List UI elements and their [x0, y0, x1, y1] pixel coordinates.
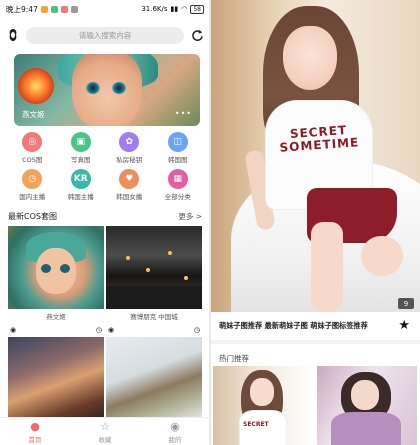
cos-icon: ◎ — [22, 132, 43, 152]
main-photo[interactable]: SECRET SOMETIME — [211, 0, 420, 312]
notification-icon — [50, 5, 58, 13]
star-outline-icon: ☆ — [100, 419, 110, 433]
category-item[interactable]: KR 韩国主播 — [57, 169, 106, 201]
category-label: 韩国图 — [168, 156, 188, 164]
app-screen: 晚上9:47 31.6K/s ▮▮ ◠ 58 请输入搜索内容 燕文姬 ••• ◎… — [0, 0, 420, 445]
album-grid — [0, 337, 210, 422]
clock-icon: ◷ — [22, 169, 43, 189]
category-item[interactable]: ♥ 韩国女播 — [105, 169, 154, 201]
album-card[interactable] — [106, 337, 202, 422]
carousel-indicator: ••• — [174, 109, 192, 118]
banner-carousel[interactable]: 燕文姬 ••• — [14, 54, 200, 126]
category-item[interactable]: ▣ 写真图 — [57, 132, 106, 164]
detail-screen: SECRET SOMETIME 9 萌妹子图推荐 最新萌妹子图 萌妹子图标签推荐… — [211, 0, 420, 445]
bottom-tab-bar: ● 首页 ☆ 收藏 ◉ 我的 — [0, 417, 210, 445]
bag-icon: ◫ — [167, 132, 188, 152]
home-screen: 晚上9:47 31.6K/s ▮▮ ◠ 58 请输入搜索内容 燕文姬 ••• ◎… — [0, 0, 210, 445]
more-link[interactable]: 更多 > — [178, 211, 202, 222]
tab-user[interactable]: ◉ 我的 — [169, 420, 182, 444]
notification-icon — [60, 5, 68, 13]
recommend-card[interactable] — [317, 366, 417, 445]
shirt-print: SECRET — [243, 421, 269, 428]
category-label: 私房秘钥 — [116, 156, 143, 164]
album-meta-row: ◉ ◷ ◉ ◷ — [0, 326, 210, 334]
hot-title: 热门推荐 — [219, 354, 249, 363]
album-grid — [0, 226, 210, 309]
section-header: 最新COS套图 更多 > — [0, 211, 210, 222]
home-icon: ● — [30, 419, 40, 433]
battery-icon: 58 — [190, 4, 204, 14]
notification-icon — [40, 5, 48, 13]
divider — [211, 340, 420, 344]
network-speed: 31.6K/s — [141, 5, 168, 13]
recommend-grid: SECRET — [213, 366, 420, 445]
category-item[interactable]: ◷ 国内主播 — [8, 169, 57, 201]
status-bar: 晚上9:47 31.6K/s ▮▮ ◠ 58 — [0, 0, 210, 18]
album-card[interactable] — [8, 226, 104, 309]
tab-home[interactable]: ● 首页 — [29, 420, 42, 444]
category-item[interactable]: ◎ COS图 — [8, 132, 57, 164]
eye-icon: ◉ — [10, 326, 17, 334]
album-captions: 燕文姬 赛博朋克 中国城 — [0, 311, 210, 321]
category-label: 韩国主播 — [67, 193, 94, 201]
tab-label: 首页 — [28, 435, 42, 444]
category-label: 全部分类 — [164, 193, 191, 201]
tab-label: 我的 — [168, 435, 182, 444]
album-card[interactable] — [8, 337, 104, 422]
grid-icon: ▦ — [167, 169, 188, 189]
banner-title: 燕文姬 — [22, 110, 45, 119]
album-caption: 赛博朋克 中国城 — [130, 313, 178, 321]
album-card[interactable] — [106, 226, 202, 309]
search-row: 请输入搜索内容 — [0, 24, 210, 46]
key-icon: ✿ — [119, 132, 140, 152]
tag-list[interactable]: 萌妹子图推荐 最新萌妹子图 萌妹子图标签推荐 — [219, 321, 389, 331]
notification-icon — [70, 5, 78, 13]
category-grid: ◎ COS图 ▣ 写真图 ✿ 私房秘钥 ◫ 韩国图 ◷ 国内主播 KR 韩国主播 ♥ 韩国女播 ▦ 全部分类 — [0, 126, 210, 201]
heart-icon: ♥ — [119, 169, 140, 189]
recommend-card[interactable]: SECRET — [213, 366, 313, 445]
clock-icon: ◷ — [95, 326, 102, 334]
user-icon: ◉ — [170, 419, 180, 433]
status-time: 晚上9:47 — [6, 4, 38, 14]
category-item[interactable]: ◫ 韩国图 — [154, 132, 203, 164]
photo-icon: ▣ — [70, 132, 91, 152]
category-label: 写真图 — [71, 156, 91, 164]
section-title: 最新COS套图 — [8, 212, 57, 221]
favorite-star-icon[interactable]: ★ — [398, 318, 410, 333]
refresh-icon[interactable] — [190, 28, 204, 42]
banner-image — [18, 68, 54, 104]
category-label: 国内主播 — [19, 193, 46, 201]
clock-icon: ◷ — [193, 326, 200, 334]
eye-icon: ◉ — [108, 326, 115, 334]
kr-icon: KR — [70, 169, 91, 189]
category-label: COS图 — [22, 156, 43, 164]
category-item[interactable]: ▦ 全部分类 — [154, 169, 203, 201]
wifi-icon: ◠ — [181, 5, 188, 13]
search-input[interactable]: 请输入搜索内容 — [26, 26, 184, 44]
image-count-badge: 9 — [398, 298, 414, 309]
avatar-icon[interactable] — [6, 28, 20, 42]
signal-icon: ▮▮ — [170, 5, 179, 13]
tab-star-outline[interactable]: ☆ 收藏 — [99, 420, 112, 444]
category-item[interactable]: ✿ 私房秘钥 — [105, 132, 154, 164]
album-caption: 燕文姬 — [46, 313, 66, 321]
tab-label: 收藏 — [98, 435, 112, 444]
category-label: 韩国女播 — [116, 193, 143, 201]
